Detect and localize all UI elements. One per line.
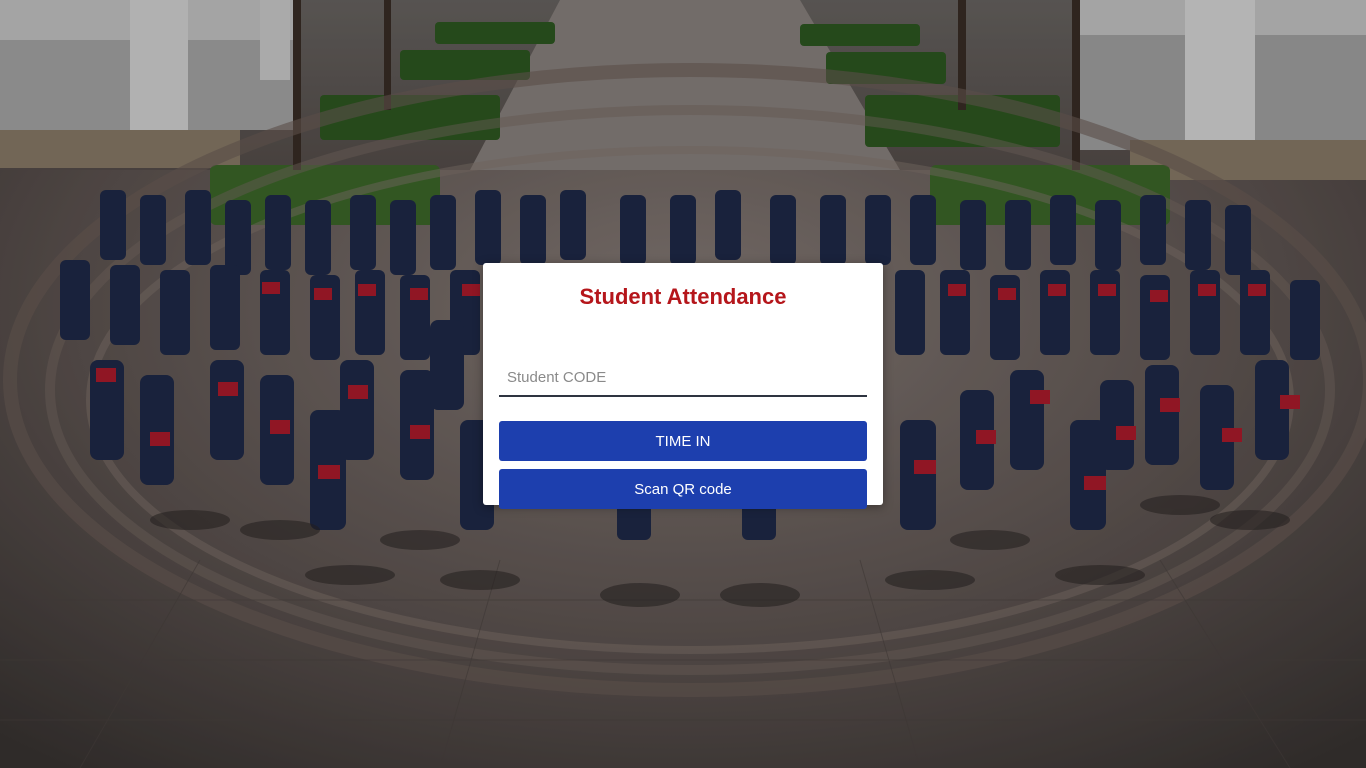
attendance-card: Student Attendance TIME IN Scan QR code — [483, 263, 883, 509]
student-code-field — [499, 361, 867, 397]
time-in-button[interactable]: TIME IN — [499, 421, 867, 461]
scan-qr-button[interactable]: Scan QR code — [499, 469, 867, 509]
page-title: Student Attendance — [579, 284, 787, 309]
student-code-input[interactable] — [499, 361, 867, 393]
